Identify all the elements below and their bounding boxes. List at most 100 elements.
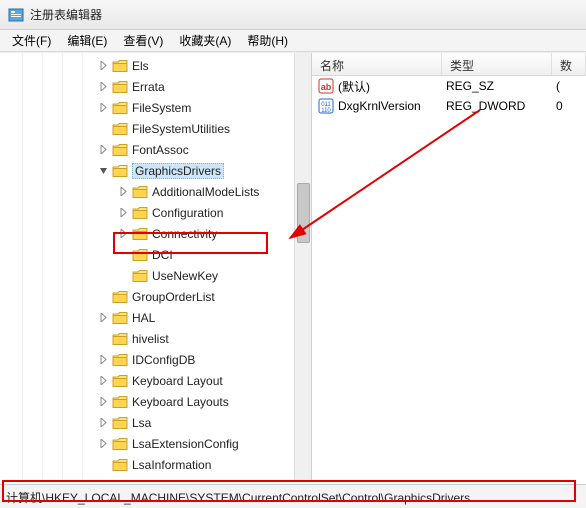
expander-icon[interactable]	[98, 81, 109, 92]
folder-icon	[112, 332, 128, 346]
tree-label: Els	[132, 59, 149, 73]
tree-item-LsaInformation[interactable]: LsaInformation	[0, 454, 311, 475]
folder-icon	[132, 185, 148, 199]
values-header: 名称 类型 数	[312, 53, 586, 76]
folder-icon	[112, 80, 128, 94]
tree-label: LsaInformation	[132, 458, 211, 472]
expander-icon	[98, 333, 109, 344]
tree-label: hivelist	[132, 332, 169, 346]
tree-pane[interactable]: Els Errata FileSystem FileSystemUtilities Fo…	[0, 53, 312, 480]
tree-label: HAL	[132, 311, 155, 325]
menu-favorites[interactable]: 收藏夹(A)	[171, 29, 239, 52]
expander-icon	[98, 123, 109, 134]
tree-item-Keyboard-Layouts[interactable]: Keyboard Layouts	[0, 391, 311, 412]
folder-icon	[132, 227, 148, 241]
tree-item-GraphicsDrivers[interactable]: GraphicsDrivers	[0, 160, 311, 181]
folder-icon	[112, 164, 128, 178]
tree-label: MediaCategories	[132, 479, 223, 481]
menu-file[interactable]: 文件(F)	[4, 29, 59, 52]
tree-item-Keyboard-Layout[interactable]: Keyboard Layout	[0, 370, 311, 391]
tree-item-MediaCategories[interactable]: MediaCategories	[0, 475, 311, 480]
tree-label: GroupOrderList	[132, 290, 215, 304]
tree-item-FontAssoc[interactable]: FontAssoc	[0, 139, 311, 160]
tree-item-DCI[interactable]: DCI	[0, 244, 311, 265]
folder-icon	[112, 353, 128, 367]
tree-item-UseNewKey[interactable]: UseNewKey	[0, 265, 311, 286]
tree-label: Configuration	[152, 206, 223, 220]
tree-label: FontAssoc	[132, 143, 189, 157]
folder-icon	[132, 206, 148, 220]
menu-edit[interactable]: 编辑(E)	[59, 29, 115, 52]
svg-text:110: 110	[321, 108, 331, 114]
expander-icon[interactable]	[98, 417, 109, 428]
svg-text:ab: ab	[321, 82, 332, 92]
menubar: 文件(F) 编辑(E) 查看(V) 收藏夹(A) 帮助(H)	[0, 30, 586, 52]
tree-item-AdditionalModeLists[interactable]: AdditionalModeLists	[0, 181, 311, 202]
status-path: 计算机\HKEY_LOCAL_MACHINE\SYSTEM\CurrentCon…	[6, 491, 470, 505]
folder-icon	[132, 248, 148, 262]
value-type: REG_DWORD	[446, 99, 556, 113]
value-row[interactable]: ab(默认)REG_SZ(	[312, 76, 586, 96]
expander-icon[interactable]	[98, 375, 109, 386]
folder-icon	[112, 311, 128, 325]
expander-icon[interactable]	[98, 438, 109, 449]
tree-label: AdditionalModeLists	[152, 185, 259, 199]
expander-icon	[98, 459, 109, 470]
expander-icon[interactable]	[98, 165, 109, 176]
tree-label: LsaExtensionConfig	[132, 437, 239, 451]
value-name: (默认)	[338, 78, 446, 95]
tree-item-Configuration[interactable]: Configuration	[0, 202, 311, 223]
expander-icon	[118, 249, 129, 260]
col-data[interactable]: 数	[552, 53, 586, 75]
folder-icon	[112, 122, 128, 136]
col-type[interactable]: 类型	[442, 53, 552, 75]
expander-icon[interactable]	[118, 207, 129, 218]
expander-icon[interactable]	[98, 396, 109, 407]
folder-icon	[112, 59, 128, 73]
value-row[interactable]: 011110DxgKrnlVersionREG_DWORD0	[312, 96, 586, 116]
expander-icon[interactable]	[118, 186, 129, 197]
window-title: 注册表编辑器	[30, 6, 102, 23]
tree-item-HAL[interactable]: HAL	[0, 307, 311, 328]
tree-label: Connectivity	[152, 227, 217, 241]
folder-icon	[112, 290, 128, 304]
menu-view[interactable]: 查看(V)	[115, 29, 171, 52]
tree-item-GroupOrderList[interactable]: GroupOrderList	[0, 286, 311, 307]
tree-item-Lsa[interactable]: Lsa	[0, 412, 311, 433]
folder-icon	[112, 395, 128, 409]
string-value-icon: ab	[318, 78, 334, 94]
tree-item-IDConfigDB[interactable]: IDConfigDB	[0, 349, 311, 370]
folder-icon	[112, 479, 128, 481]
expander-icon[interactable]	[118, 228, 129, 239]
tree-label: GraphicsDrivers	[132, 163, 224, 179]
tree-scrollbar[interactable]	[294, 53, 311, 480]
expander-icon	[98, 291, 109, 302]
tree-item-FileSystemUtilities[interactable]: FileSystemUtilities	[0, 118, 311, 139]
tree-label: Keyboard Layouts	[132, 395, 229, 409]
app-icon	[8, 7, 24, 23]
menu-help[interactable]: 帮助(H)	[239, 29, 296, 52]
tree-item-hivelist[interactable]: hivelist	[0, 328, 311, 349]
tree-label: FileSystem	[132, 101, 191, 115]
tree-label: UseNewKey	[152, 269, 218, 283]
tree-label: IDConfigDB	[132, 353, 195, 367]
tree-item-LsaExtensionConfig[interactable]: LsaExtensionConfig	[0, 433, 311, 454]
expander-icon[interactable]	[98, 312, 109, 323]
tree-item-FileSystem[interactable]: FileSystem	[0, 97, 311, 118]
tree-item-Els[interactable]: Els	[0, 55, 311, 76]
folder-icon	[112, 101, 128, 115]
expander-icon[interactable]	[98, 144, 109, 155]
tree-scrollbar-thumb[interactable]	[297, 183, 310, 243]
folder-icon	[112, 374, 128, 388]
tree-label: Keyboard Layout	[132, 374, 223, 388]
titlebar: 注册表编辑器	[0, 0, 586, 30]
values-pane[interactable]: 名称 类型 数 ab(默认)REG_SZ(011110DxgKrnlVersio…	[312, 53, 586, 480]
tree-item-Connectivity[interactable]: Connectivity	[0, 223, 311, 244]
expander-icon[interactable]	[98, 60, 109, 71]
tree-label: Errata	[132, 80, 165, 94]
tree-item-Errata[interactable]: Errata	[0, 76, 311, 97]
expander-icon[interactable]	[98, 102, 109, 113]
col-name[interactable]: 名称	[312, 53, 442, 75]
tree-label: DCI	[152, 248, 173, 262]
expander-icon[interactable]	[98, 354, 109, 365]
